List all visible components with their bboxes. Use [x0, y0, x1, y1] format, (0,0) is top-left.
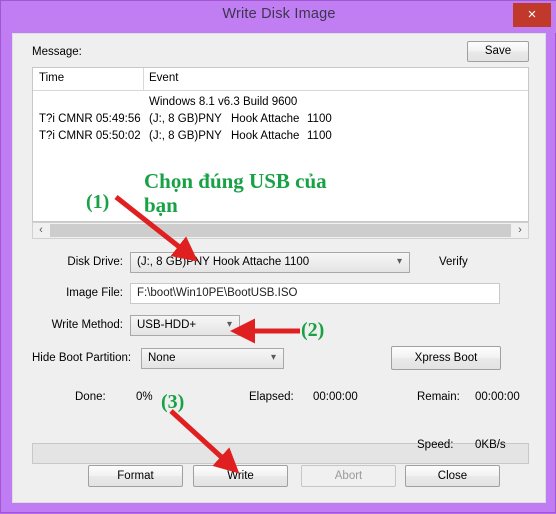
chevron-down-icon: ▾ — [396, 256, 402, 267]
scroll-right-icon[interactable]: › — [512, 223, 528, 238]
table-row[interactable]: T?i CMNR 05:50:02 (J:, 8 GB)PNY Hook Att… — [33, 130, 528, 145]
log-time: T?i CMNR 05:50:02 — [39, 130, 141, 142]
log-column-divider[interactable] — [143, 68, 144, 90]
close-button[interactable]: Close — [405, 465, 500, 487]
window-close-button[interactable]: × — [513, 3, 551, 27]
disk-drive-select[interactable]: (J:, 8 GB)PNY Hook Attache 1100 ▾ — [130, 252, 410, 273]
done-label: Done: — [75, 391, 106, 403]
write-disk-image-window: Write Disk Image × Message: Save Time Ev… — [0, 0, 556, 513]
scrollbar-track[interactable] — [50, 224, 511, 237]
scroll-left-icon[interactable]: ‹ — [33, 223, 49, 238]
speed-value: 0KB/s — [475, 439, 506, 451]
image-file-value: F:\boot\Win10PE\BootUSB.ISO — [137, 287, 298, 299]
disk-drive-value: (J:, 8 GB)PNY Hook Attache 1100 — [137, 256, 310, 268]
table-row[interactable]: Windows 8.1 v6.3 Build 9600 — [33, 96, 528, 111]
hide-boot-partition-label: Hide Boot Partition: — [32, 352, 132, 364]
format-button[interactable]: Format — [88, 465, 183, 487]
done-value: 0% — [136, 391, 153, 403]
table-row[interactable]: T?i CMNR 05:49:56 (J:, 8 GB)PNY Hook Att… — [33, 113, 528, 128]
hide-boot-partition-value: None — [148, 352, 176, 364]
elapsed-value: 00:00:00 — [313, 391, 358, 403]
window-title: Write Disk Image — [222, 6, 336, 22]
speed-label: Speed: — [417, 439, 454, 451]
xpress-boot-button[interactable]: Xpress Boot — [391, 346, 501, 370]
log-column-time: Time — [39, 72, 65, 84]
save-button[interactable]: Save — [467, 41, 529, 62]
log-event-code: 1100 — [307, 130, 332, 142]
remain-value: 00:00:00 — [475, 391, 520, 403]
write-method-select[interactable]: USB-HDD+ ▾ — [130, 315, 240, 336]
remain-label: Remain: — [417, 391, 460, 403]
log-header-row: Time Event — [33, 68, 528, 91]
disk-drive-label: Disk Drive: — [67, 256, 123, 268]
title-bar[interactable]: Write Disk Image × — [1, 1, 556, 33]
log-event-model: Hook Attache — [231, 130, 300, 142]
image-file-label: Image File: — [66, 287, 123, 299]
log-event-device: Windows 8.1 v6.3 Build 9600 — [149, 96, 298, 108]
chevron-down-icon: ▾ — [270, 352, 276, 363]
log-column-event: Event — [149, 72, 179, 84]
log-event-model: Hook Attache — [231, 113, 300, 125]
hide-boot-partition-select[interactable]: None ▾ — [141, 348, 284, 369]
write-button[interactable]: Write — [193, 465, 288, 487]
log-time: T?i CMNR 05:49:56 — [39, 113, 141, 125]
progress-bar — [32, 443, 529, 464]
message-label: Message: — [32, 46, 82, 58]
dialog-client-area: Message: Save Time Event Windows 8.1 v6.… — [12, 33, 546, 503]
log-event-code: 1100 — [307, 113, 332, 125]
write-method-label: Write Method: — [51, 319, 123, 331]
write-method-value: USB-HDD+ — [137, 319, 197, 331]
verify-label: Verify — [439, 256, 468, 268]
image-file-input[interactable]: F:\boot\Win10PE\BootUSB.ISO — [130, 283, 500, 304]
log-event-device: (J:, 8 GB)PNY — [149, 113, 222, 125]
elapsed-label: Elapsed: — [249, 391, 294, 403]
log-event-device: (J:, 8 GB)PNY — [149, 130, 222, 142]
log-horizontal-scrollbar[interactable]: ‹ › — [32, 222, 529, 239]
abort-button: Abort — [301, 465, 396, 487]
message-log-list[interactable]: Time Event Windows 8.1 v6.3 Build 9600 T… — [32, 67, 529, 222]
chevron-down-icon: ▾ — [226, 319, 232, 330]
